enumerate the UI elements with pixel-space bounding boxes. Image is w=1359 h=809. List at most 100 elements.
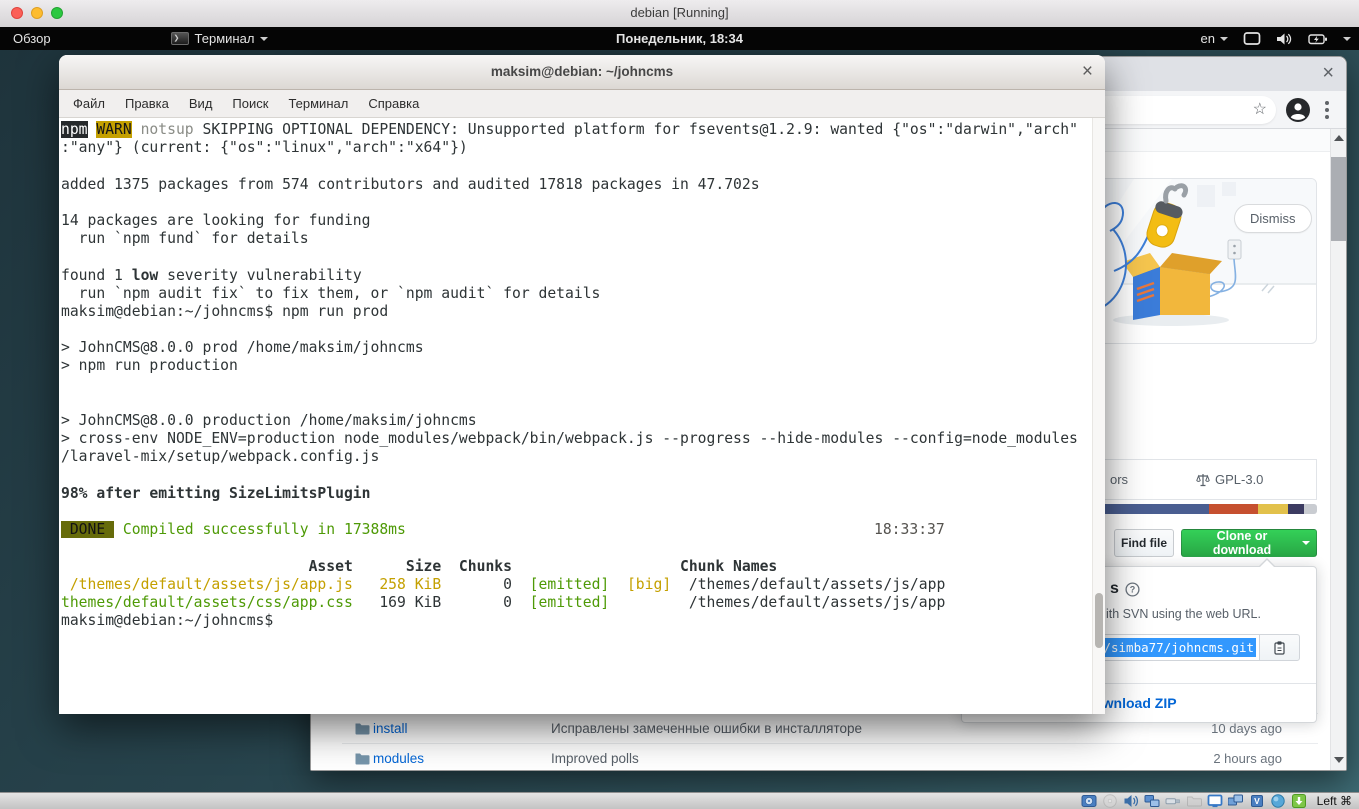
terminal-line: DONE Compiled successfully in 17388ms18:… — [61, 521, 1078, 539]
clone-popover-title: s ? — [1110, 580, 1140, 598]
vbox-keyboard-icon[interactable] — [1291, 793, 1307, 809]
terminal-menu-item[interactable]: Справка — [358, 90, 429, 117]
terminal-close-icon[interactable]: × — [1082, 58, 1093, 86]
vbox-shared-folders-icon[interactable] — [1186, 793, 1202, 809]
commit-message[interactable]: Исправлены замеченные ошибки в инсталлят… — [551, 714, 862, 743]
terminal-app-icon: ❯ — [171, 32, 189, 45]
find-file-button[interactable]: Find file — [1114, 529, 1174, 557]
terminal-scrollbar[interactable] — [1092, 118, 1105, 714]
terminal-menu-item[interactable]: Файл — [63, 90, 115, 117]
activities-button[interactable]: Обзор — [0, 27, 64, 50]
terminal-scrollbar-thumb[interactable] — [1095, 593, 1103, 648]
browser-close-icon[interactable]: × — [1322, 61, 1334, 85]
terminal-line: added 1375 packages from 574 contributor… — [61, 176, 1078, 194]
terminal-menu-item[interactable]: Вид — [179, 90, 223, 117]
clock-button[interactable]: Понедельник, 18:34 — [616, 27, 743, 50]
terminal-title: maksim@debian: ~/johncms — [59, 55, 1105, 89]
terminal-line — [61, 321, 1078, 339]
app-menu-button[interactable]: ❯ Терминал — [171, 31, 269, 46]
browser-menu-icon[interactable] — [1325, 101, 1329, 122]
vbox-audio-icon[interactable] — [1123, 793, 1139, 809]
system-menu-chevron-icon[interactable] — [1343, 37, 1351, 41]
terminal-line: found 1 low severity vulnerability — [61, 267, 1078, 285]
terminal-line: /laravel-mix/setup/webpack.config.js — [61, 448, 1078, 466]
vbox-mouse-icon[interactable] — [1270, 793, 1286, 809]
language-segment — [1288, 504, 1304, 514]
terminal-line: :"any"} (current: {"os":"linux","arch":"… — [61, 139, 1078, 157]
scroll-down-icon[interactable] — [1334, 757, 1344, 763]
folder-icon — [355, 752, 370, 765]
scrollbar-thumb[interactable] — [1331, 157, 1346, 241]
terminal-line: 14 packages are looking for funding — [61, 212, 1078, 230]
keyboard-layout-button[interactable]: en — [1201, 31, 1228, 46]
terminal-line — [61, 539, 1078, 557]
terminal-line — [61, 194, 1078, 212]
terminal-line — [61, 394, 1078, 412]
terminal-line — [61, 503, 1078, 521]
copy-url-button[interactable] — [1259, 634, 1300, 661]
clone-title-fragment: s — [1110, 580, 1119, 598]
language-segment — [1209, 504, 1258, 514]
terminal-titlebar[interactable]: maksim@debian: ~/johncms × — [59, 55, 1105, 90]
host-key-label: Left ⌘ — [1317, 794, 1352, 808]
keyboard-layout-label: en — [1201, 31, 1215, 46]
vbox-network-icon[interactable] — [1144, 793, 1160, 809]
vm-window-title: debian [Running] — [0, 0, 1359, 27]
terminal-menu-item[interactable]: Правка — [115, 90, 179, 117]
page-scrollbar[interactable] — [1330, 129, 1346, 770]
help-icon[interactable]: ? — [1125, 582, 1140, 597]
terminal-menu-item[interactable]: Поиск — [222, 90, 278, 117]
terminal-line: maksim@debian:~/johncms$ — [61, 612, 1078, 630]
vbox-harddisk-icon[interactable] — [1081, 793, 1097, 809]
chevron-down-icon — [260, 37, 268, 41]
terminal-line — [61, 248, 1078, 266]
commit-time: 2 hours ago — [1213, 744, 1282, 770]
clone-button-label: Clone or download — [1188, 529, 1296, 557]
language-segment — [1258, 504, 1288, 514]
chevron-down-icon — [1302, 541, 1310, 545]
terminal-line — [61, 157, 1078, 175]
vbox-optical-disc-icon[interactable] — [1102, 793, 1118, 809]
profile-avatar-icon[interactable] — [1285, 97, 1311, 123]
terminal-output: npm WARN notsup SKIPPING OPTIONAL DEPEND… — [61, 121, 1078, 630]
contributors-link[interactable]: ors — [1110, 472, 1128, 487]
scroll-up-icon[interactable] — [1334, 135, 1344, 141]
vbox-usb-icon[interactable] — [1165, 793, 1181, 809]
terminal-line — [61, 467, 1078, 485]
vm-titlebar: debian [Running] — [0, 0, 1359, 28]
terminal-line: /themes/default/assets/js/app.js 258 KiB… — [61, 576, 1078, 594]
terminal-line: maksim@debian:~/johncms$ npm run prod — [61, 303, 1078, 321]
terminal-line: > JohnCMS@8.0.0 prod /home/maksim/johncm… — [61, 339, 1078, 357]
language-segment — [1304, 504, 1317, 514]
terminal-menu-item[interactable]: Терминал — [278, 90, 358, 117]
terminal-body[interactable]: npm WARN notsup SKIPPING OPTIONAL DEPEND… — [59, 118, 1105, 714]
vbox-display-icon[interactable] — [1207, 793, 1223, 809]
display-icon — [1243, 31, 1261, 46]
popover-caret — [1258, 558, 1276, 567]
terminal-line: 98% after emitting SizeLimitsPlugin — [61, 485, 1078, 503]
vbox-recording-icon[interactable] — [1228, 793, 1244, 809]
clone-or-download-button[interactable]: Clone or download — [1181, 529, 1317, 557]
license-label: GPL-3.0 — [1215, 472, 1263, 487]
terminal-menubar: ФайлПравкаВидПоискТерминалСправка — [59, 90, 1105, 118]
file-name-link[interactable]: install — [373, 714, 408, 743]
dismiss-button[interactable]: Dismiss — [1234, 204, 1312, 233]
terminal-line: run `npm fund` for details — [61, 230, 1078, 248]
terminal-line: themes/default/assets/css/app.css 169 Ki… — [61, 594, 1078, 612]
screen: × ☆ — [0, 0, 1359, 809]
bookmark-star-icon[interactable]: ☆ — [1253, 99, 1267, 119]
clipboard-icon — [1272, 640, 1287, 656]
gnome-top-bar: Обзор ❯ Терминал Понедельник, 18:34 en — [0, 27, 1359, 50]
chevron-down-icon — [1220, 37, 1228, 41]
terminal-line: > npm run production — [61, 357, 1078, 375]
commit-message[interactable]: Improved polls — [551, 744, 639, 770]
law-scales-icon — [1196, 473, 1210, 487]
license-link[interactable]: GPL-3.0 — [1196, 472, 1263, 487]
vbox-features-icon[interactable]: V — [1249, 793, 1265, 809]
volume-icon — [1276, 32, 1293, 46]
svg-text:V: V — [1254, 796, 1260, 806]
file-name-link[interactable]: modules — [373, 744, 424, 770]
terminal-line: Asset Size Chunks Chunk Names — [61, 558, 1078, 576]
battery-icon — [1308, 32, 1328, 46]
file-row[interactable]: modules Improved polls 2 hours ago — [342, 743, 1318, 770]
